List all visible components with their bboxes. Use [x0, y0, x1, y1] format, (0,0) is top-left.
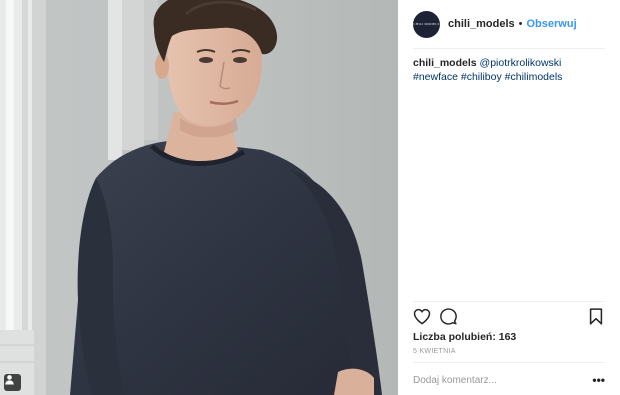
header-divider	[413, 48, 605, 49]
username-link[interactable]: chili_models	[448, 18, 515, 30]
likes-count[interactable]: Liczba polubień: 163	[413, 331, 516, 343]
post-date[interactable]: 5 KWIETNIA	[413, 348, 456, 355]
separator-dot: •	[518, 18, 523, 30]
caption-mention[interactable]: @piotrkrolikowski	[480, 57, 562, 69]
bookmark-icon[interactable]	[589, 308, 603, 325]
more-options-button[interactable]: •••	[592, 373, 605, 387]
avatar[interactable]: CHILI MODELS	[413, 10, 440, 38]
post-caption: chili_models @piotrkrolikowski #newface …	[413, 57, 608, 84]
avatar-logo-text: CHILI MODELS	[413, 22, 440, 26]
user-tag-icon[interactable]	[4, 374, 21, 391]
post-actions	[413, 308, 605, 326]
comment-icon[interactable]	[440, 308, 457, 325]
post-details-panel: CHILI MODELS chili_models • Obserwuj chi…	[398, 0, 620, 395]
comment-input[interactable]	[413, 372, 583, 388]
post-image	[0, 0, 398, 395]
heart-icon[interactable]	[413, 308, 431, 325]
caption-hashtag[interactable]: #chiliboy	[461, 71, 502, 83]
comment-divider	[413, 362, 605, 363]
post-header: CHILI MODELS chili_models • Obserwuj	[413, 8, 605, 40]
actions-divider	[413, 301, 605, 302]
post-photo[interactable]	[0, 0, 398, 395]
follow-button[interactable]: Obserwuj	[527, 18, 577, 30]
person-icon	[5, 375, 14, 385]
caption-username[interactable]: chili_models	[413, 57, 477, 69]
caption-hashtag[interactable]: #newface	[413, 71, 458, 83]
comment-box: •••	[413, 370, 605, 390]
caption-hashtag[interactable]: #chilimodels	[505, 71, 563, 83]
